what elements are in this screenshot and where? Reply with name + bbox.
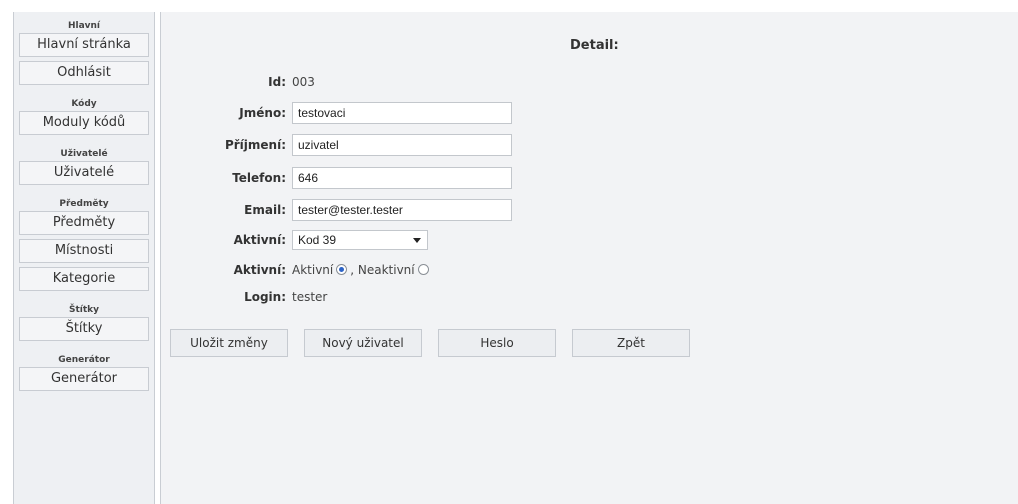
prijmeni-label: Příjmení: [224,138,286,152]
radio-aktivni-label: Aktivní [292,263,334,277]
aktivni-select-value: Kod 39 [298,233,337,247]
telefon-field[interactable] [292,167,512,189]
page-title: Detail: [570,38,619,53]
aktivni-radio-group: Aktivní , Neaktivní [292,262,432,278]
section-title-kody: Kódy [71,99,97,109]
id-value: 003 [292,75,315,89]
radio-neaktivni-label: , Neaktivní [350,263,415,277]
login-value: tester [292,290,328,304]
section-title-stitky: Štítky [68,305,100,315]
id-label: Id: [268,75,286,89]
sidebar-item-kategorie[interactable]: Kategorie [19,267,149,291]
sidebar-item-predmety[interactable]: Předměty [19,211,149,235]
radio-neaktivni[interactable] [417,264,429,275]
chevron-down-icon [413,238,421,243]
section-title-predmety: Předměty [59,199,109,209]
sidebar-item-generator[interactable]: Generátor [19,367,149,391]
sidebar: Hlavní Hlavní stránka Odhlásit Kódy Modu… [13,12,155,504]
section-title-generator: Generátor [58,355,110,365]
sidebar-item-uzivatele[interactable]: Uživatelé [19,161,149,185]
back-button[interactable]: Zpět [572,329,690,357]
password-button[interactable]: Heslo [438,329,556,357]
email-field[interactable] [292,199,512,221]
save-button[interactable]: Uložit změny [170,329,288,357]
sidebar-item-moduly-kodu[interactable]: Moduly kódů [19,111,149,135]
section-title-uzivatele: Uživatelé [60,149,108,159]
radio-aktivni[interactable] [336,264,348,275]
login-label: Login: [244,290,286,304]
sidebar-item-stitky[interactable]: Štítky [19,317,149,341]
new-user-button[interactable]: Nový uživatel [304,329,422,357]
email-label: Email: [244,203,286,217]
telefon-label: Telefon: [232,171,286,185]
aktivni-select-label: Aktivní: [233,233,286,247]
sidebar-item-hlavni-stranka[interactable]: Hlavní stránka [19,33,149,57]
jmeno-field[interactable] [292,102,512,124]
section-title-hlavni: Hlavní [67,21,101,31]
aktivni-radio-label: Aktivní: [233,263,286,277]
aktivni-select[interactable]: Kod 39 [292,230,428,250]
main-content [160,12,1018,504]
sidebar-item-mistnosti[interactable]: Místnosti [19,239,149,263]
sidebar-item-odhlasit[interactable]: Odhlásit [19,61,149,85]
prijmeni-field[interactable] [292,134,512,156]
jmeno-label: Jméno: [239,106,286,120]
